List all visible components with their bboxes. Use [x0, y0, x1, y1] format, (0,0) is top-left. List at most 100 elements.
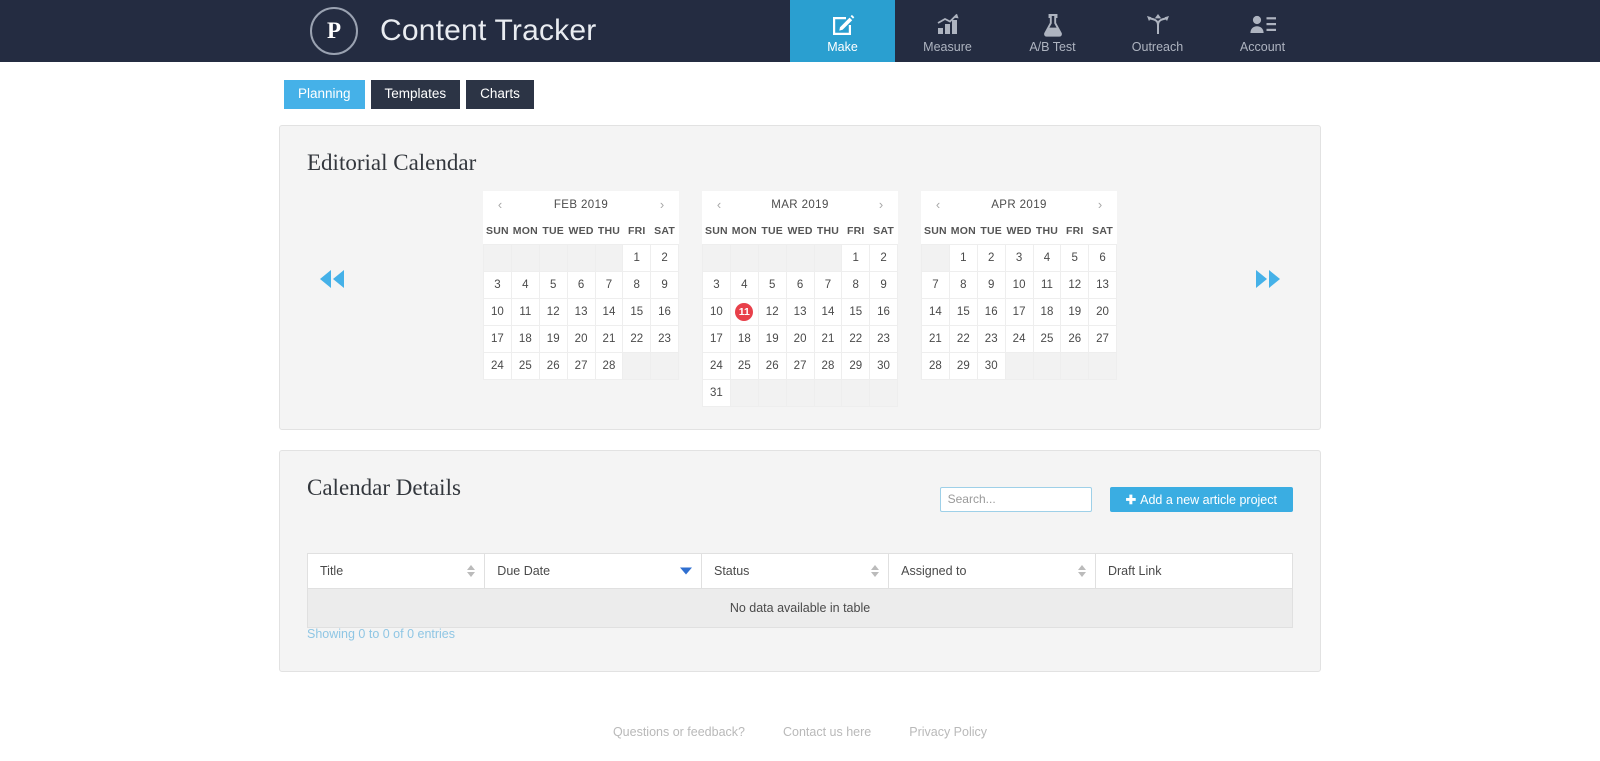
calendar-day[interactable]: 22	[622, 324, 652, 353]
calendar-day[interactable]: 24	[1004, 324, 1034, 353]
calendar-day[interactable]: 26	[538, 351, 568, 380]
calendar-day[interactable]: 27	[566, 351, 596, 380]
calendar-day[interactable]: 19	[1060, 297, 1090, 326]
calendar-day[interactable]: 20	[566, 324, 596, 353]
footer-link-privacy[interactable]: Privacy Policy	[909, 725, 987, 739]
calendar-day[interactable]: 31	[702, 378, 731, 407]
calendar-day[interactable]: 26	[1060, 324, 1090, 353]
add-article-project-button[interactable]: ✚ Add a new article project	[1109, 486, 1293, 512]
calendar-day[interactable]: 22	[841, 324, 871, 353]
calendar-day[interactable]: 14	[594, 297, 624, 326]
calendar-day[interactable]: 28	[813, 351, 843, 380]
calendar-day[interactable]: 9	[976, 270, 1006, 299]
calendar-day[interactable]: 25	[729, 351, 759, 380]
calendar-day[interactable]: 15	[841, 297, 871, 326]
column-header-draft-link[interactable]: Draft Link	[1094, 552, 1294, 589]
calendar-day[interactable]: 4	[729, 270, 759, 299]
calendar-day[interactable]: 21	[594, 324, 624, 353]
calendar-day[interactable]: 12	[538, 297, 568, 326]
calendar-next-icon[interactable]: ›	[874, 197, 888, 212]
calendar-day[interactable]: 11	[1032, 270, 1062, 299]
calendar-day[interactable]: 18	[510, 324, 540, 353]
calendar-day[interactable]: 10	[1004, 270, 1034, 299]
calendar-day[interactable]: 2	[650, 243, 679, 272]
column-header-assigned-to[interactable]: Assigned to	[888, 552, 1096, 589]
calendar-day[interactable]: 30	[976, 351, 1006, 380]
calendar-day[interactable]: 3	[702, 270, 731, 299]
calendar-day[interactable]: 4	[1032, 243, 1062, 272]
calendar-day[interactable]: 20	[1088, 297, 1117, 326]
calendar-day[interactable]: 19	[757, 324, 787, 353]
calendar-day[interactable]: 28	[594, 351, 624, 380]
calendar-day[interactable]: 19	[538, 324, 568, 353]
calendar-day[interactable]: 5	[538, 270, 568, 299]
column-header-due-date[interactable]: Due Date	[484, 552, 702, 589]
calendar-prev-icon[interactable]: ‹	[712, 197, 726, 212]
calendar-day[interactable]: 2	[869, 243, 898, 272]
calendar-day[interactable]: 12	[757, 297, 787, 326]
calendar-day[interactable]: 25	[510, 351, 540, 380]
calendar-day[interactable]: 6	[785, 270, 815, 299]
calendar-day[interactable]: 25	[1032, 324, 1062, 353]
calendar-day[interactable]: 29	[948, 351, 978, 380]
calendar-day[interactable]: 10	[702, 297, 731, 326]
calendar-day[interactable]: 22	[948, 324, 978, 353]
calendar-day[interactable]: 30	[869, 351, 898, 380]
calendar-day[interactable]: 13	[1088, 270, 1117, 299]
calendar-day[interactable]: 17	[483, 324, 512, 353]
calendar-day[interactable]: 7	[594, 270, 624, 299]
calendar-day[interactable]: 18	[729, 324, 759, 353]
calendar-day[interactable]: 1	[622, 243, 652, 272]
calendar-day[interactable]: 9	[869, 270, 898, 299]
calendar-prev-icon[interactable]: ‹	[931, 197, 945, 212]
calendar-next-icon[interactable]: ›	[1093, 197, 1107, 212]
calendar-month-label[interactable]: APR 2019	[945, 199, 1093, 211]
calendar-day[interactable]: 29	[841, 351, 871, 380]
calendar-day[interactable]: 28	[921, 351, 950, 380]
calendar-month-label[interactable]: MAR 2019	[726, 199, 874, 211]
column-header-title[interactable]: Title	[306, 552, 486, 589]
calendar-day[interactable]: 5	[1060, 243, 1090, 272]
tab-templates[interactable]: Templates	[370, 80, 461, 109]
nav-item-outreach[interactable]: Outreach	[1105, 0, 1210, 62]
nav-item-measure[interactable]: Measure	[895, 0, 1000, 62]
nav-item-ab-test[interactable]: A/B Test	[1000, 0, 1105, 62]
calendar-day[interactable]: 16	[869, 297, 898, 326]
calendar-day[interactable]: 23	[650, 324, 679, 353]
calendar-day[interactable]: 3	[1004, 243, 1034, 272]
calendar-day[interactable]: 20	[785, 324, 815, 353]
calendar-day[interactable]: 11	[729, 297, 759, 326]
calendar-day[interactable]: 13	[785, 297, 815, 326]
calendar-day[interactable]: 24	[702, 351, 731, 380]
calendar-day[interactable]: 7	[921, 270, 950, 299]
calendar-day[interactable]: 24	[483, 351, 512, 380]
nav-item-make[interactable]: Make	[790, 0, 895, 62]
footer-link-feedback[interactable]: Questions or feedback?	[613, 725, 745, 739]
calendar-day[interactable]: 8	[841, 270, 871, 299]
calendar-day[interactable]: 17	[702, 324, 731, 353]
calendar-day[interactable]: 15	[622, 297, 652, 326]
calendar-day[interactable]: 7	[813, 270, 843, 299]
calendar-month-label[interactable]: FEB 2019	[507, 199, 655, 211]
calendar-day[interactable]: 3	[483, 270, 512, 299]
calendar-day[interactable]: 18	[1032, 297, 1062, 326]
calendar-day[interactable]: 15	[948, 297, 978, 326]
calendar-day[interactable]: 10	[483, 297, 512, 326]
calendar-day[interactable]: 14	[921, 297, 950, 326]
calendar-day[interactable]: 4	[510, 270, 540, 299]
calendar-day[interactable]: 26	[757, 351, 787, 380]
calendar-day[interactable]: 12	[1060, 270, 1090, 299]
footer-link-contact[interactable]: Contact us here	[783, 725, 871, 739]
calendar-day[interactable]: 1	[948, 243, 978, 272]
calendar-day[interactable]: 5	[757, 270, 787, 299]
calendar-day[interactable]: 27	[785, 351, 815, 380]
calendar-day[interactable]: 23	[976, 324, 1006, 353]
calendar-day[interactable]: 17	[1004, 297, 1034, 326]
calendar-day[interactable]: 21	[921, 324, 950, 353]
calendar-prev-icon[interactable]: ‹	[493, 197, 507, 212]
calendar-day[interactable]: 27	[1088, 324, 1117, 353]
calendar-day[interactable]: 16	[976, 297, 1006, 326]
brand[interactable]: P Content Tracker	[0, 0, 596, 62]
calendar-day[interactable]: 23	[869, 324, 898, 353]
nav-item-account[interactable]: Account	[1210, 0, 1315, 62]
